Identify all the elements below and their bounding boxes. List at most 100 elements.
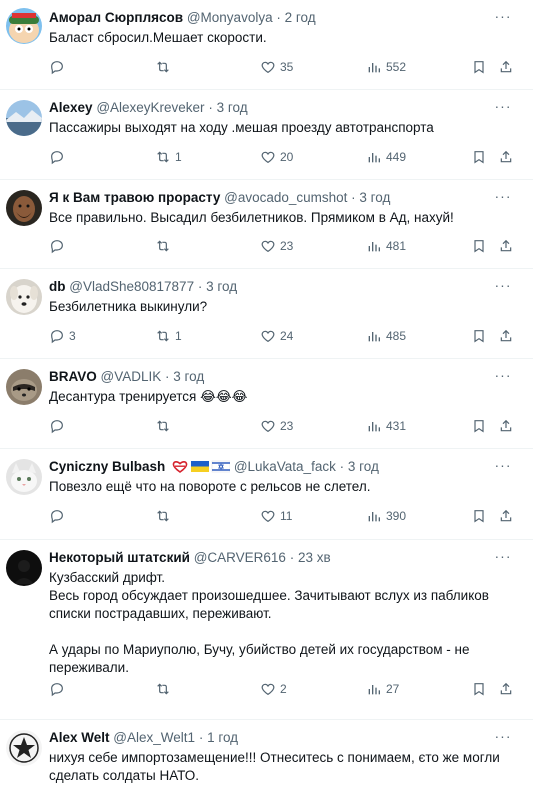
- display-name[interactable]: Я к Вам травою прорасту: [49, 190, 220, 205]
- like-button[interactable]: 24: [260, 326, 293, 346]
- timestamp[interactable]: 1 год: [207, 730, 238, 745]
- avatar[interactable]: [6, 279, 42, 315]
- reply-icon: [51, 240, 63, 254]
- like-button[interactable]: 23: [260, 416, 293, 436]
- like-icon: [261, 240, 275, 253]
- bookmark-button[interactable]: [471, 147, 487, 167]
- reply-button[interactable]: [49, 679, 69, 699]
- display-name[interactable]: Alexey: [49, 100, 93, 115]
- like-count: 20: [280, 150, 294, 164]
- timestamp[interactable]: 3 год: [206, 279, 237, 294]
- share-button[interactable]: [498, 147, 514, 167]
- bookmark-button[interactable]: [471, 236, 487, 256]
- share-button[interactable]: [498, 506, 514, 526]
- avatar[interactable]: [6, 369, 42, 405]
- avatar[interactable]: [6, 459, 42, 495]
- retweet-button[interactable]: 1: [155, 326, 182, 346]
- avatar[interactable]: [6, 730, 42, 766]
- reply-button[interactable]: 3: [49, 326, 76, 346]
- tweet[interactable]: Cyniczny Bulbash @LukaVata_fack · 3 год …: [0, 449, 533, 540]
- reply-button[interactable]: [49, 147, 69, 167]
- bookmark-icon: [474, 240, 484, 253]
- more-icon[interactable]: ···: [493, 728, 513, 746]
- more-icon[interactable]: ···: [493, 457, 513, 475]
- views-button[interactable]: 449: [366, 147, 406, 167]
- reply-button[interactable]: [49, 236, 69, 256]
- display-name[interactable]: Некоторый штатский: [49, 550, 190, 565]
- timestamp[interactable]: 23 хв: [298, 550, 331, 565]
- avatar[interactable]: [6, 550, 42, 586]
- share-icon: [500, 682, 512, 695]
- share-button[interactable]: [498, 236, 514, 256]
- display-name[interactable]: db: [49, 279, 66, 294]
- display-name[interactable]: Cyniczny Bulbash: [49, 459, 165, 474]
- like-button[interactable]: 11: [260, 506, 292, 526]
- share-button[interactable]: [498, 416, 514, 436]
- retweet-button[interactable]: 1: [155, 147, 182, 167]
- views-button[interactable]: 552: [366, 57, 406, 77]
- share-button[interactable]: [498, 679, 514, 699]
- more-icon[interactable]: ···: [493, 367, 513, 385]
- more-icon[interactable]: ···: [493, 277, 513, 295]
- timestamp[interactable]: 3 год: [359, 190, 390, 205]
- share-button[interactable]: [498, 57, 514, 77]
- bookmark-button[interactable]: [471, 416, 487, 436]
- avatar[interactable]: [6, 100, 42, 136]
- display-name[interactable]: Alex Welt: [49, 730, 110, 745]
- timestamp[interactable]: 3 год: [217, 100, 248, 115]
- bookmark-button[interactable]: [471, 57, 487, 77]
- reply-button[interactable]: [49, 57, 69, 77]
- retweet-button[interactable]: [155, 236, 175, 256]
- tweet[interactable]: Некоторый штатский @CARVER616 · 23 хв ··…: [0, 540, 533, 720]
- views-button[interactable]: 390: [366, 506, 406, 526]
- more-icon[interactable]: ···: [493, 98, 513, 116]
- bookmark-button[interactable]: [471, 506, 487, 526]
- views-count: 390: [386, 509, 407, 523]
- retweet-button[interactable]: [155, 57, 175, 77]
- tweet-actions: 23 431: [49, 416, 523, 436]
- share-button[interactable]: [498, 326, 514, 346]
- reply-button[interactable]: [49, 416, 69, 436]
- user-handle[interactable]: @VladShe80817877: [69, 279, 194, 294]
- like-button[interactable]: 2: [260, 679, 287, 699]
- timestamp[interactable]: 2 год: [285, 10, 316, 25]
- views-button[interactable]: 431: [366, 416, 406, 436]
- tweet-text: Безбилетника выкинули?: [49, 299, 208, 314]
- views-button[interactable]: 485: [366, 326, 406, 346]
- timestamp[interactable]: 3 год: [173, 369, 204, 384]
- user-handle[interactable]: @Monyavolya: [187, 10, 273, 25]
- like-button[interactable]: 35: [260, 57, 293, 77]
- user-handle[interactable]: @CARVER616: [194, 550, 286, 565]
- timestamp[interactable]: 3 год: [348, 459, 379, 474]
- tweet[interactable]: BRAVO @VADLIK · 3 год ··· Десантура трен…: [0, 359, 533, 449]
- more-icon[interactable]: ···: [493, 548, 513, 566]
- retweet-button[interactable]: [155, 679, 175, 699]
- like-button[interactable]: 23: [260, 236, 293, 256]
- bookmark-button[interactable]: [471, 326, 487, 346]
- views-icon: [368, 242, 380, 252]
- more-icon[interactable]: ···: [493, 188, 513, 206]
- tweet[interactable]: Alex Welt @Alex_Welt1 · 1 год ··· нихуя …: [0, 720, 533, 800]
- avatar[interactable]: [6, 190, 42, 226]
- more-icon[interactable]: ···: [493, 8, 513, 26]
- tweet[interactable]: Аморал Сюрплясов @Monyavolya · 2 год ···…: [0, 0, 533, 90]
- user-handle[interactable]: @avocado_cumshot: [224, 190, 347, 205]
- display-name[interactable]: Аморал Сюрплясов: [49, 10, 183, 25]
- reply-button[interactable]: [49, 506, 69, 526]
- retweet-icon: [157, 330, 169, 342]
- user-handle[interactable]: @Alex_Welt1: [113, 730, 195, 745]
- tweet[interactable]: Alexey @AlexeyKreveker · 3 год ··· Пасса…: [0, 90, 533, 180]
- user-handle[interactable]: @LukaVata_fack: [234, 459, 336, 474]
- user-handle[interactable]: @AlexeyKreveker: [96, 100, 204, 115]
- display-name[interactable]: BRAVO: [49, 369, 97, 384]
- user-handle[interactable]: @VADLIK: [101, 369, 162, 384]
- retweet-button[interactable]: [155, 416, 175, 436]
- tweet[interactable]: db @VladShe80817877 · 3 год ··· Безбилет…: [0, 269, 533, 359]
- views-button[interactable]: 27: [366, 679, 399, 699]
- retweet-button[interactable]: [155, 506, 175, 526]
- tweet[interactable]: Я к Вам травою прорасту @avocado_cumshot…: [0, 180, 533, 269]
- bookmark-button[interactable]: [471, 679, 487, 699]
- like-button[interactable]: 20: [260, 147, 293, 167]
- views-button[interactable]: 481: [366, 236, 406, 256]
- avatar[interactable]: [6, 8, 42, 44]
